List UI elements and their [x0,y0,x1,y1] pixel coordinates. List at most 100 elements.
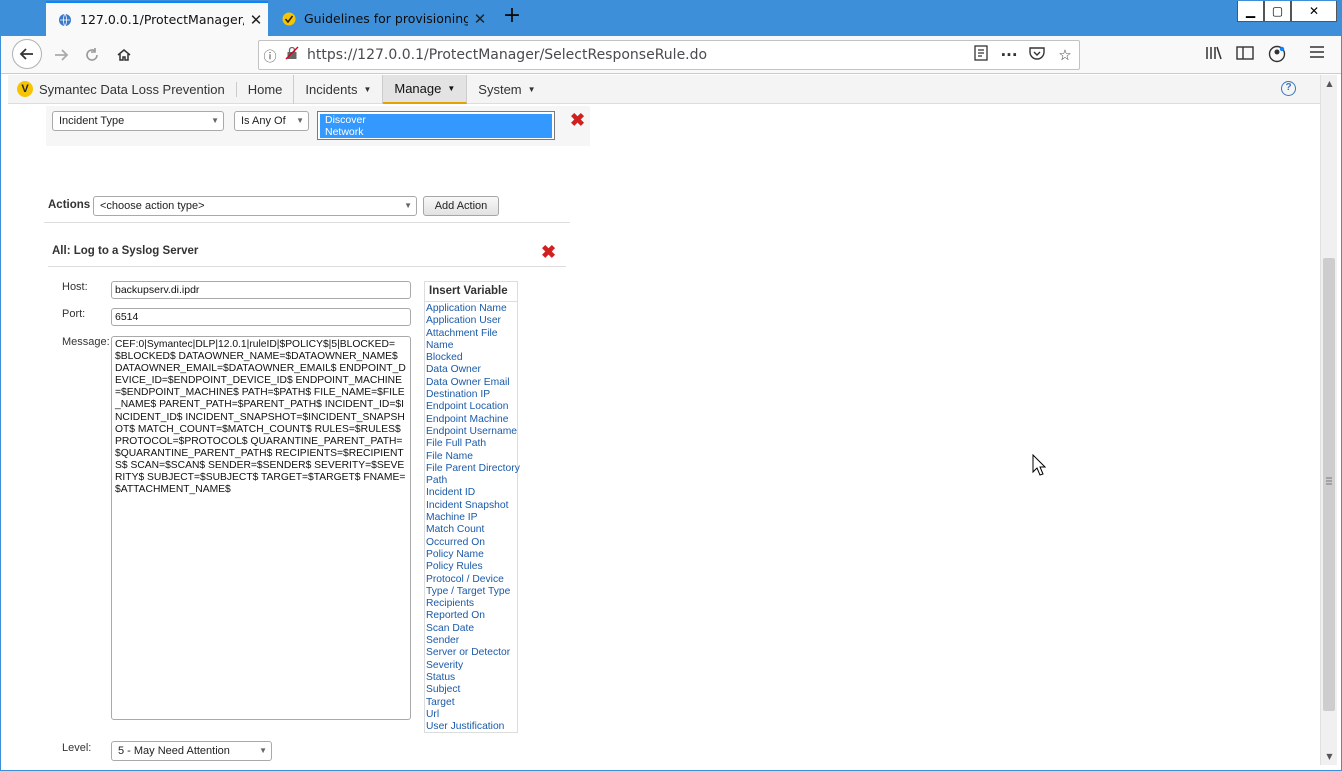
brand-name: Symantec Data Loss Prevention [39,81,237,97]
minimize-icon[interactable]: ▁ [1237,0,1264,22]
insert-variable-link[interactable]: File Parent Directory [425,463,520,475]
caret-down-icon: ▼ [363,84,372,94]
url-bar[interactable]: ⓘ https://127.0.0.1/ProtectManager/Selec… [258,40,1080,70]
insert-variable-link[interactable]: Path [425,475,517,487]
divider [48,266,566,267]
insert-variable-link[interactable]: Policy Rules [425,561,517,573]
app-header: V Symantec Data Loss Prevention Home Inc… [8,74,1320,104]
insert-variable-link[interactable]: Url [425,709,517,721]
mouse-cursor-icon [1032,454,1046,476]
pocket-icon[interactable] [1023,46,1051,64]
insert-variable-link[interactable]: Status [425,672,517,684]
delete-action-icon[interactable]: ✖ [541,243,556,261]
insert-variable-link[interactable]: Protocol / Device [425,574,517,586]
insert-variable-link[interactable]: Data Owner Email [425,377,517,389]
level-select[interactable]: 5 - May Need Attention ▼ [111,741,272,761]
dropdown-arrow-icon: ▼ [211,116,219,125]
port-input[interactable]: 6514 [111,308,411,326]
insert-variable-link[interactable]: Application Name [425,303,517,315]
select-value: <choose action type> [100,200,205,212]
account-icon[interactable] [1266,45,1288,67]
reader-view-icon[interactable] [967,45,995,65]
insert-variable-link[interactable]: Target [425,697,517,709]
message-textarea[interactable]: CEF:0|Symantec|DLP|12.0.1|ruleID|$POLICY… [111,336,411,720]
caret-down-icon: ▼ [447,83,456,93]
insert-variable-link[interactable]: Incident ID [425,487,517,499]
condition-field-select[interactable]: Incident Type ▼ [52,111,224,131]
select-value: Incident Type [59,115,125,127]
menu-manage[interactable]: Manage ▼ [383,74,468,104]
insert-variable-link[interactable]: Endpoint Username [425,426,517,438]
scroll-down-icon[interactable]: ▼ [1321,752,1338,761]
close-window-icon[interactable]: ✕ [1291,0,1337,22]
sidebar-icon[interactable] [1234,45,1256,65]
tab-close-icon[interactable]: ✕ [244,11,268,29]
insert-variable-link[interactable]: Scan Date [425,623,517,635]
host-input[interactable]: backupserv.di.ipdr [111,281,411,299]
action-type-select[interactable]: <choose action type> ▼ [93,196,417,216]
listbox-option[interactable]: Discover [320,114,552,126]
insert-variable-link[interactable]: User Justification [425,721,517,733]
insert-variable-link[interactable]: Reported On [425,610,517,622]
browser-titlebar: 127.0.0.1/ProtectManager/SelectRes ✕ Gui… [0,0,1342,36]
page-scrollbar[interactable]: ▲ ▼ [1320,75,1337,765]
hamburger-menu-icon[interactable] [1306,45,1328,63]
insert-variable-link[interactable]: Type / Target Type [425,586,517,598]
tab-protectmanager[interactable]: 127.0.0.1/ProtectManager/SelectRes ✕ [46,1,268,36]
insert-variable-link[interactable]: Application User [425,315,517,327]
symantec-check-icon [282,12,296,25]
new-tab-icon[interactable]: + [500,5,524,29]
menu-label: Manage [394,80,442,96]
insert-variable-link[interactable]: Severity [425,660,517,672]
level-label: Level: [62,742,92,754]
insecure-lock-icon[interactable] [281,46,303,64]
dropdown-arrow-icon: ▼ [296,116,304,125]
delete-condition-icon[interactable]: ✖ [570,111,585,129]
scrollbar-thumb[interactable] [1323,258,1335,711]
tab-guidelines[interactable]: Guidelines for provisioning Sym ✕ [270,1,492,36]
condition-operator-select[interactable]: Is Any Of ▼ [234,111,309,131]
help-icon[interactable]: ? [1281,81,1296,96]
library-icon[interactable] [1203,45,1225,65]
url-host: https://127.0.0.1 [307,47,424,63]
insert-variable-link[interactable]: Server or Detector [425,647,517,659]
insert-variable-link[interactable]: Recipients [425,598,517,610]
menu-label: Home [247,81,283,97]
back-arrow-icon[interactable] [12,39,42,69]
insert-variable-link[interactable]: Machine IP [425,512,517,524]
insert-variable-link[interactable]: Occurred On [425,537,517,549]
maximize-icon[interactable]: ▢ [1264,0,1291,22]
insert-variable-link[interactable]: Sender [425,635,517,647]
tab-close-icon[interactable]: ✕ [468,10,492,28]
condition-values-listbox[interactable]: Discover Network [317,111,555,140]
info-icon[interactable]: ⓘ [259,46,281,65]
insert-variable-link[interactable]: Blocked [425,352,517,364]
insert-variable-link[interactable]: Endpoint Machine [425,414,517,426]
insert-variable-link[interactable]: File Name [425,451,517,463]
forward-arrow-icon[interactable] [47,41,75,69]
insert-variable-link[interactable]: Match Count [425,524,517,536]
insert-variable-link[interactable]: Data Owner [425,364,517,376]
insert-variable-title: Insert Variable [425,282,517,302]
insert-variable-link[interactable]: Incident Snapshot [425,500,517,512]
insert-variable-link[interactable]: Destination IP [425,389,517,401]
menu-home[interactable]: Home [237,74,295,104]
url-text[interactable]: https://127.0.0.1/ProtectManager/SelectR… [307,47,967,63]
add-action-button[interactable]: Add Action [423,196,499,216]
bookmark-star-icon[interactable]: ☆ [1051,46,1079,64]
listbox-option[interactable]: Network [320,126,552,138]
more-actions-icon[interactable]: ··· [995,46,1023,64]
menu-incidents[interactable]: Incidents ▼ [294,74,384,104]
reload-icon[interactable] [78,41,106,69]
insert-variable-link[interactable]: Attachment File [425,328,517,340]
menu-system[interactable]: System ▼ [467,75,546,104]
select-value: Is Any Of [241,115,286,127]
insert-variable-link[interactable]: Policy Name [425,549,517,561]
insert-variable-link[interactable]: Endpoint Location [425,401,517,413]
globe-icon [59,13,71,26]
insert-variable-link[interactable]: Subject [425,684,517,696]
insert-variable-link[interactable]: File Full Path [425,438,517,450]
scroll-up-icon[interactable]: ▲ [1321,79,1338,88]
insert-variable-link[interactable]: Name [425,340,517,352]
home-icon[interactable] [110,41,138,69]
